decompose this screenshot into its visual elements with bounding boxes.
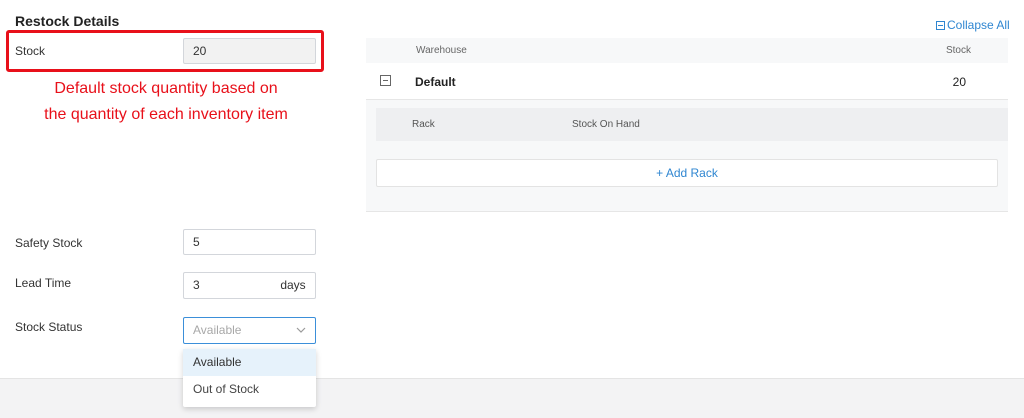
stock-on-hand-column-header: Stock On Hand xyxy=(572,119,640,130)
add-rack-button[interactable]: + Add Rack xyxy=(376,159,998,187)
collapse-all-label: Collapse All xyxy=(947,18,1010,32)
stock-label: Stock xyxy=(15,44,46,58)
stock-status-option-out-of-stock[interactable]: Out of Stock xyxy=(183,376,316,403)
warehouse-name: Default xyxy=(415,75,456,89)
stock-field: 20 xyxy=(183,38,316,64)
rack-column-header: Rack xyxy=(412,119,435,130)
collapse-all-button[interactable]: Collapse All xyxy=(936,18,1010,32)
safety-stock-label: Safety Stock xyxy=(15,236,83,250)
warehouse-row: Default 20 xyxy=(366,63,1008,100)
safety-stock-input[interactable]: 5 xyxy=(183,229,316,255)
lead-time-input[interactable]: 3 xyxy=(183,272,272,299)
collapse-icon xyxy=(936,21,945,30)
section-title: Restock Details xyxy=(15,13,120,29)
warehouse-table-header: Warehouse Stock xyxy=(366,38,1008,63)
stock-column-header: Stock xyxy=(945,45,971,56)
stock-status-select[interactable]: Available xyxy=(183,317,316,344)
footer-bar xyxy=(0,378,1024,418)
stock-status-label: Stock Status xyxy=(15,320,83,334)
chevron-down-icon xyxy=(296,318,306,353)
annotation-line-2: the quantity of each inventory item xyxy=(44,106,288,123)
annotation-text: Default stock quantity based on the quan… xyxy=(10,76,322,128)
rack-table-header: Rack Stock On Hand xyxy=(376,108,1008,141)
stock-status-option-available[interactable]: Available xyxy=(183,349,316,376)
annotation-line-1: Default stock quantity based on xyxy=(54,80,278,97)
lead-time-unit: days xyxy=(271,272,316,299)
stock-status-placeholder: Available xyxy=(193,323,242,337)
warehouse-panel: Warehouse Stock Default 20 Rack Stock On… xyxy=(366,38,1008,212)
stock-status-dropdown: Available Out of Stock xyxy=(183,349,316,407)
collapse-row-icon[interactable] xyxy=(380,75,391,86)
warehouse-column-header: Warehouse xyxy=(416,45,467,56)
warehouse-stock: 20 xyxy=(952,75,966,89)
lead-time-label: Lead Time xyxy=(15,276,72,290)
